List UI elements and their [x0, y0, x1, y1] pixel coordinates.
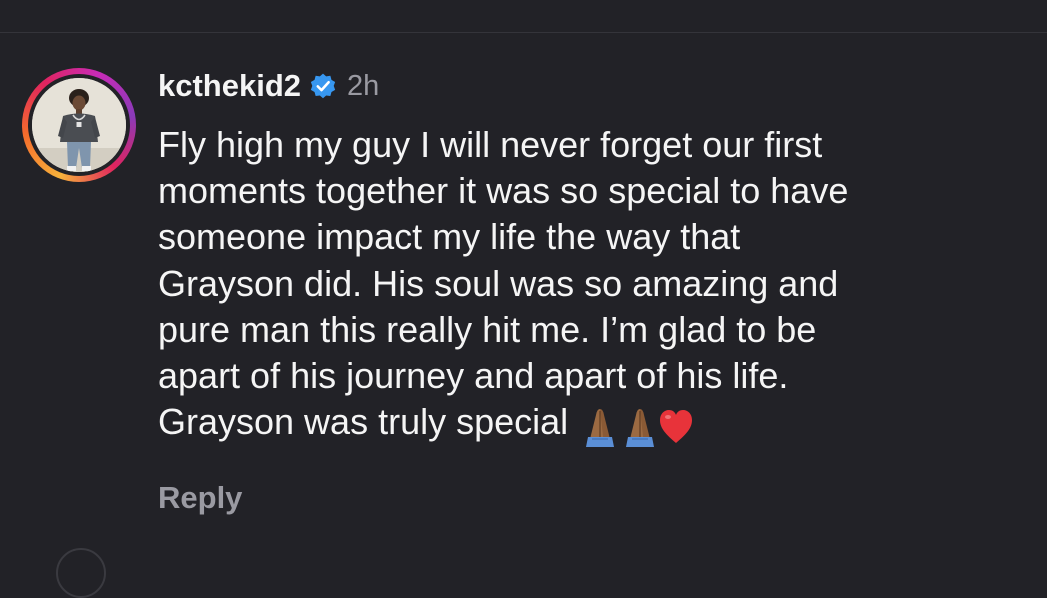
comment-timestamp: 2h — [347, 69, 380, 102]
avatar-photo — [32, 78, 126, 172]
reply-button[interactable]: Reply — [158, 480, 242, 516]
folded-hands-emoji-icon — [586, 408, 693, 447]
comment-line: pure man this really hit me. I’m glad to… — [158, 308, 817, 350]
person-photo-icon — [32, 78, 126, 172]
username[interactable]: kcthekid2 — [158, 68, 301, 104]
verified-badge-icon — [310, 73, 336, 99]
top-divider — [0, 32, 1047, 33]
comment-text: Fly high my guy I will never forget our … — [158, 122, 1028, 448]
comment-line: Fly high my guy I will never forget our … — [158, 124, 823, 165]
avatar[interactable] — [22, 68, 136, 182]
comment-line: moments together it was so special to ha… — [158, 170, 849, 212]
comment-header: kcthekid2 2h — [158, 64, 379, 108]
comment-line: apart of his journey and apart of his li… — [158, 354, 789, 396]
next-comment-avatar — [56, 548, 106, 598]
comment-line-last: Grayson was truly special — [158, 399, 1028, 448]
comment-line: Grayson did. His soul was so amazing and — [158, 262, 839, 304]
comment-line: Grayson was truly special — [158, 401, 569, 443]
emoji-group — [582, 402, 694, 448]
comment-line: someone impact my life the way that — [158, 216, 741, 258]
